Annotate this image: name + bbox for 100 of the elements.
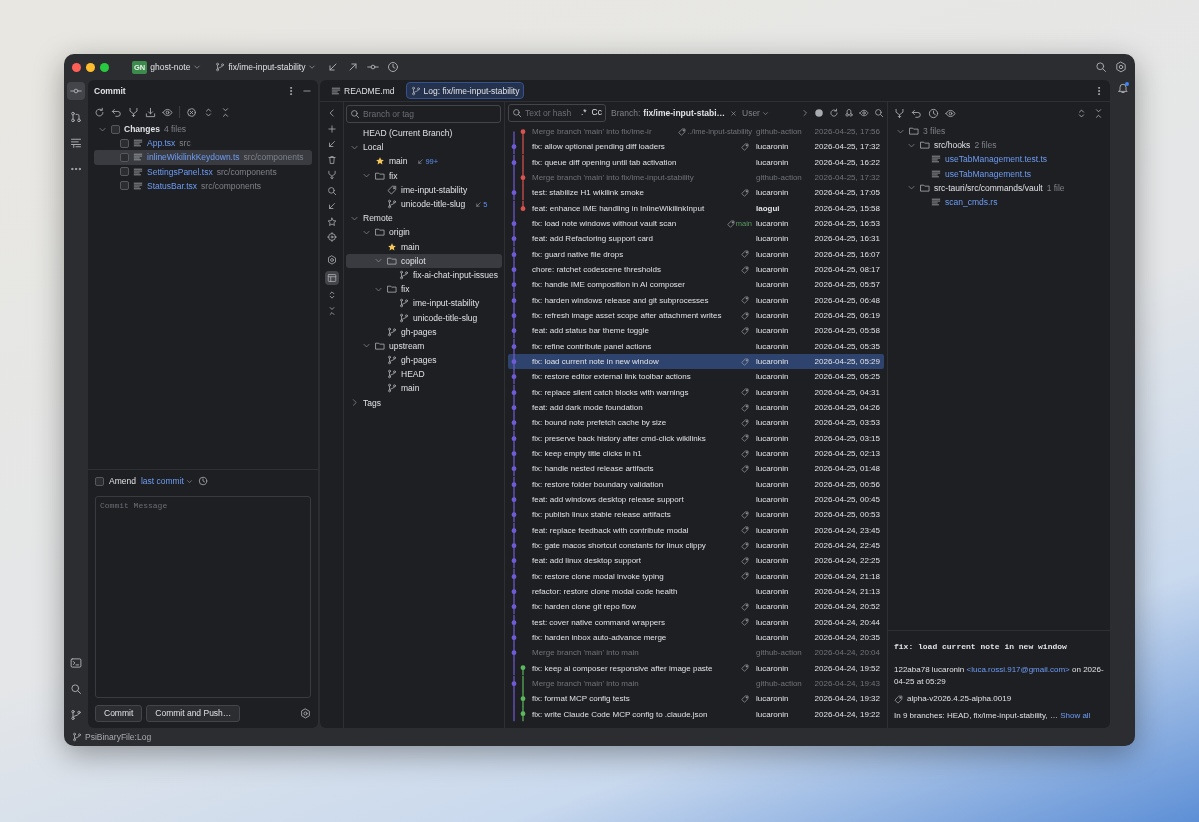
commit-row[interactable]: fix: refresh image asset scope after attachment writes lucaronin 2026-04-25, 06:19 [508, 307, 884, 324]
rollback-icon[interactable] [111, 106, 122, 118]
branch-item[interactable]: Remote [346, 211, 502, 226]
settings-icon[interactable] [300, 707, 311, 719]
commit-message-field[interactable]: Commit Message [95, 496, 311, 698]
branch-item[interactable]: upstream [346, 338, 502, 353]
file-name[interactable]: scan_cmds.rs [945, 197, 998, 208]
commit-tool-button[interactable] [67, 82, 85, 100]
commit-row[interactable]: fix: refine contribute panel actions lucaronin 2026-04-25, 05:35 [508, 338, 884, 354]
file-name[interactable]: useTabManagement.ts [945, 168, 1031, 179]
user-filter[interactable]: User [742, 108, 769, 118]
branch-item[interactable]: HEAD (Current Branch) [346, 126, 502, 141]
commit-row[interactable]: Merge branch 'main' into main github-action 2026-04-24, 19:43 [508, 675, 884, 692]
commit-row[interactable]: feat: replace feedback with contribute modal lucaronin 2026-04-24, 23:45 [508, 522, 884, 538]
branch-item[interactable]: HEAD [346, 367, 502, 382]
folder-name[interactable]: src-tauri/src/commands/vault [934, 182, 1043, 193]
changed-file-row[interactable]: App.tsx src [94, 136, 312, 151]
eye-icon[interactable] [945, 107, 956, 119]
commit-row[interactable]: chore: ratchet codescene thresholds lucaronin 2026-04-25, 08:17 [508, 261, 884, 278]
changed-file-row[interactable]: StatusBar.tsx src/components [94, 178, 312, 193]
branch-item[interactable]: copilot [346, 253, 502, 268]
branch-filter[interactable]: Branch: fix/ime-input-stabi… [611, 108, 725, 118]
branch-item[interactable]: main [346, 381, 502, 396]
commit-row[interactable]: feat: add linux desktop support lucaronin 2026-04-24, 22:25 [508, 553, 884, 569]
checkbox[interactable] [120, 167, 129, 177]
terminal-icon[interactable] [70, 657, 82, 669]
commit-row[interactable]: fix: restore clone modal invoke typing lucaronin 2026-04-24, 21:18 [508, 568, 884, 584]
history-icon[interactable] [387, 61, 400, 73]
commit-row[interactable]: fix: harden windows release and git subprocesses lucaronin 2026-04-25, 06:48 [508, 292, 884, 308]
merge-icon[interactable] [128, 106, 139, 118]
commit-row[interactable]: feat: add windows desktop release support lucaronin 2026-04-25, 00:45 [508, 491, 884, 508]
branch-item[interactable]: unicode-title-slug [346, 310, 502, 325]
commit-row[interactable]: feat: add Refactoring support card lucaronin 2026-04-25, 16:31 [508, 231, 884, 247]
commit-row[interactable]: feat: add dark mode foundation lucaronin 2026-04-25, 04:26 [508, 399, 884, 416]
branch-item[interactable]: origin [346, 225, 502, 240]
merge-icon[interactable] [326, 170, 337, 180]
last-commit-link[interactable]: last commit [140, 476, 193, 486]
cancel-icon[interactable] [186, 106, 197, 118]
branch-item[interactable]: fix [346, 282, 502, 297]
commit-row[interactable]: refactor: restore clone modal code health lucaronin 2026-04-24, 21:13 [508, 583, 884, 600]
commit-row[interactable]: Merge branch 'main' into fix/ime-input-stability github-action 2026-04-25, 17:32 [508, 170, 884, 186]
add-icon[interactable] [326, 123, 337, 134]
rollback-icon[interactable] [911, 107, 922, 119]
editor-tab[interactable]: Log: fix/ime-input-stability [405, 82, 525, 99]
commit-row[interactable]: fix: queue diff opening until tab activation lucaronin 2026-04-25, 16:22 [508, 154, 884, 170]
expand-all-icon[interactable] [203, 106, 214, 118]
folder-name[interactable]: src/hooks [934, 140, 971, 151]
commit-row[interactable]: fix: gate macos shortcut constants for linux clippy lucaronin 2026-04-24, 22:45 [508, 537, 884, 554]
commit-row[interactable]: test: stabilize H1 wikilink smoke lucaronin 2026-04-25, 17:05 [508, 185, 884, 201]
layout-button[interactable] [324, 270, 339, 285]
file-name[interactable]: useTabManagement.test.ts [945, 154, 1048, 165]
update-icon[interactable] [326, 139, 337, 149]
search-icon[interactable] [874, 108, 884, 118]
branch-search-field[interactable]: Branch or tag [346, 105, 501, 123]
minimize-button[interactable] [86, 62, 95, 72]
collapse-all-icon[interactable] [220, 106, 231, 118]
branch-item[interactable]: gh-pages [346, 324, 502, 339]
commit-row[interactable]: Merge branch 'main' into main github-action 2026-04-24, 20:04 [508, 645, 884, 661]
commit-button[interactable]: Commit [95, 704, 143, 722]
eye-icon[interactable] [162, 106, 173, 118]
commit-row[interactable]: fix: harden clone git repo flow lucaronin 2026-04-24, 20:52 [508, 599, 884, 615]
checkbox[interactable] [120, 152, 129, 162]
commit-row[interactable]: fix: publish linux stable release artifacts lucaronin 2026-04-25, 00:53 [508, 507, 884, 523]
settings-icon[interactable] [326, 255, 337, 265]
checkbox[interactable] [120, 138, 129, 148]
checkbox[interactable] [111, 124, 120, 134]
editor-tab[interactable]: README.md [326, 82, 400, 99]
commit-row[interactable]: fix: preserve back history after cmd-click wikilinks lucaronin 2026-04-25, 03:15 [508, 430, 884, 446]
changed-file-row[interactable]: inlineWikilinkKeydown.ts src/components [94, 150, 312, 165]
folder-name[interactable]: 3 files [923, 126, 946, 137]
regex-toggle[interactable]: .* [580, 107, 587, 117]
push-icon[interactable] [347, 61, 360, 73]
branch-item[interactable]: Local [346, 140, 502, 155]
record-icon[interactable] [814, 108, 824, 118]
pull-request-icon[interactable] [70, 111, 82, 123]
branch-selector[interactable]: fix/ime-input-stability [212, 60, 320, 74]
commit-row[interactable]: fix: format MCP config tests lucaronin 2026-04-24, 19:32 [508, 691, 884, 707]
eye-icon[interactable] [859, 108, 869, 118]
close-button[interactable] [72, 62, 81, 72]
commit-row[interactable]: feat: add status bar theme toggle lucaronin 2026-04-25, 05:58 [508, 323, 884, 339]
zoom-button[interactable] [100, 62, 109, 72]
commit-row[interactable]: fix: allow optional pending diff loaders lucaronin 2026-04-25, 17:32 [508, 139, 884, 155]
expand-all-icon[interactable] [1076, 107, 1087, 119]
commit-row[interactable]: fix: load current note in new window lucaronin 2026-04-25, 05:29 [508, 353, 884, 370]
branch-item[interactable]: ime-input-stability [346, 296, 502, 311]
settings-icon[interactable] [1115, 61, 1127, 73]
history-icon[interactable] [928, 107, 939, 119]
search-icon[interactable] [1095, 61, 1107, 73]
search-icon[interactable] [70, 683, 82, 695]
refresh-icon[interactable] [829, 108, 839, 118]
structure-icon[interactable] [70, 137, 82, 149]
commit-row[interactable]: fix: keep empty title clicks in h1 lucaronin 2026-04-25, 02:13 [508, 445, 884, 462]
changed-file-row[interactable]: SettingsPanel.tsx src/components [94, 164, 312, 179]
close-icon[interactable] [730, 109, 737, 117]
branch-item[interactable]: Tags [346, 395, 502, 410]
branch-icon[interactable] [70, 709, 82, 721]
notifications-icon[interactable] [1116, 82, 1129, 94]
amend-checkbox[interactable] [95, 476, 104, 486]
commit-button[interactable]: Commit and Push… [146, 704, 241, 722]
collapse-all-icon[interactable] [1093, 107, 1104, 119]
